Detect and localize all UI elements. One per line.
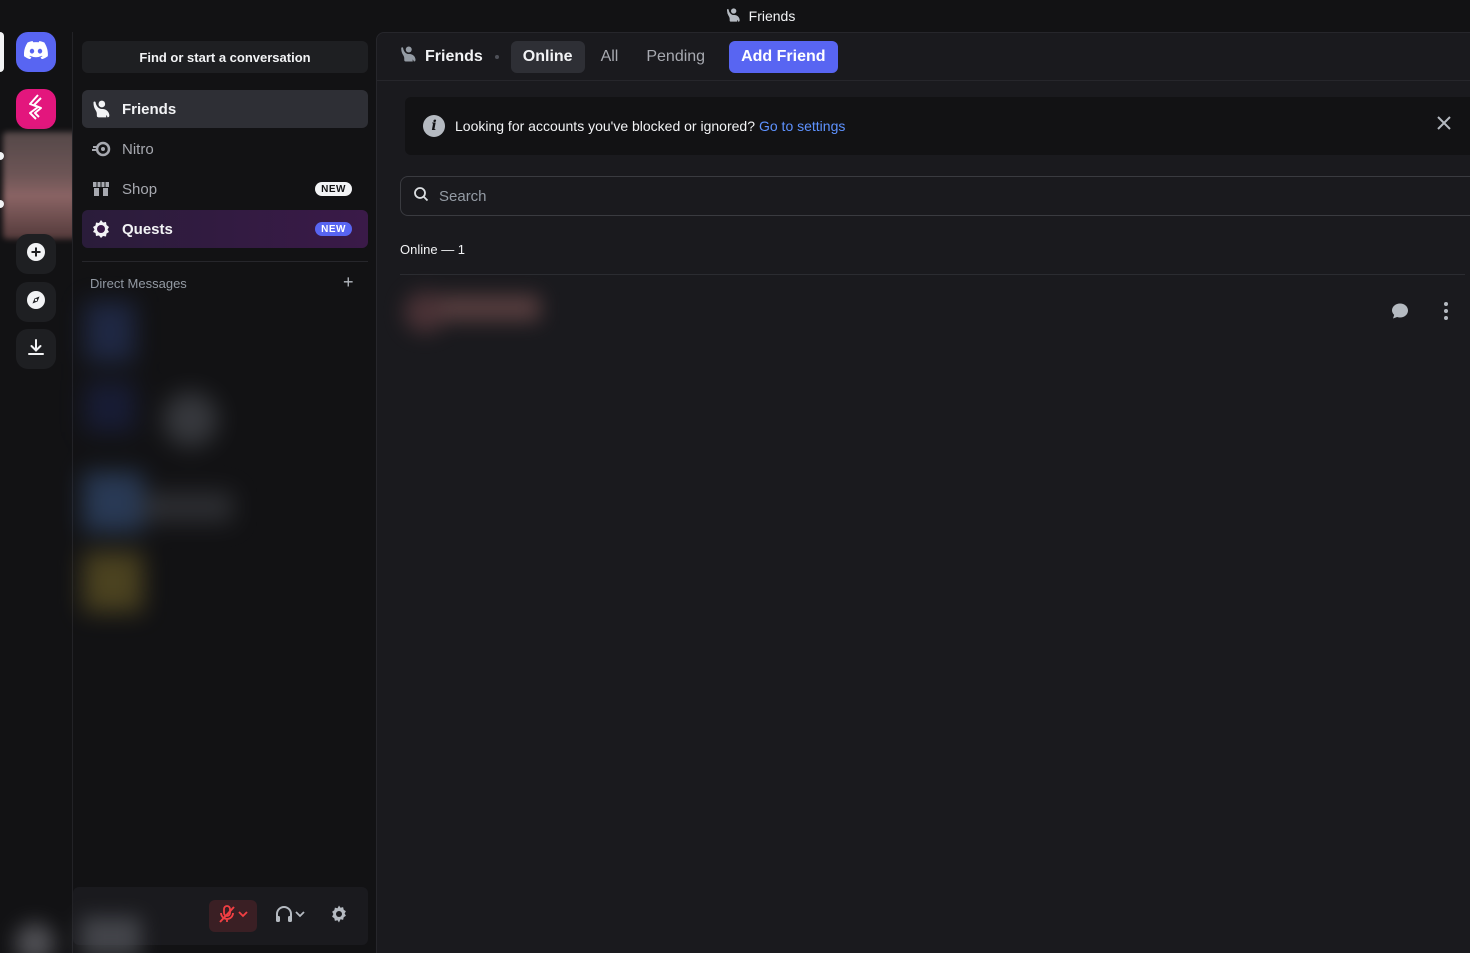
search-icon bbox=[413, 186, 429, 207]
blurred-servers[interactable] bbox=[3, 132, 77, 239]
add-friend-button[interactable]: Add Friend bbox=[729, 40, 838, 73]
sidebar-item-nitro[interactable]: Nitro bbox=[82, 130, 368, 168]
page-title: Friends bbox=[399, 45, 483, 68]
sidebar-item-quests[interactable]: Quests NEW bbox=[82, 210, 368, 248]
list-divider bbox=[400, 274, 1465, 275]
tab-pending[interactable]: Pending bbox=[634, 41, 717, 73]
user-settings-button[interactable] bbox=[323, 900, 355, 932]
close-icon[interactable] bbox=[1435, 114, 1453, 135]
sidebar-item-label: Friends bbox=[122, 100, 177, 118]
sidebar-item-shop[interactable]: Shop NEW bbox=[82, 170, 368, 208]
create-dm-button[interactable]: + bbox=[343, 272, 354, 293]
nitro-icon bbox=[90, 138, 112, 160]
search-input[interactable] bbox=[439, 187, 1339, 205]
add-server-button[interactable] bbox=[16, 234, 56, 274]
mic-muted-icon bbox=[217, 904, 237, 929]
quests-icon bbox=[90, 218, 112, 240]
notice-text: Looking for accounts you've blocked or i… bbox=[455, 118, 755, 134]
download-apps-button[interactable] bbox=[16, 329, 56, 369]
sidebar-item-label: Shop bbox=[122, 180, 158, 198]
go-to-settings-link[interactable]: Go to settings bbox=[759, 118, 845, 134]
friends-icon bbox=[90, 98, 112, 120]
home-button[interactable] bbox=[16, 32, 56, 72]
title-bar: Friends bbox=[0, 0, 1470, 32]
new-badge: NEW bbox=[315, 222, 352, 236]
blocked-accounts-notice: i Looking for accounts you've blocked or… bbox=[405, 97, 1470, 155]
sidebar-item-friends[interactable]: Friends bbox=[82, 90, 368, 128]
discord-logo-icon bbox=[23, 40, 48, 64]
friends-icon bbox=[399, 45, 417, 68]
user-panel bbox=[15, 887, 368, 953]
download-icon bbox=[26, 337, 46, 362]
sidebar-item-label: Nitro bbox=[122, 140, 154, 158]
chevron-down-icon bbox=[294, 907, 306, 925]
mute-mic-button[interactable] bbox=[209, 900, 257, 932]
page-title-text: Friends bbox=[425, 47, 483, 65]
vertical-dots-icon bbox=[1443, 301, 1449, 326]
headphones-icon bbox=[274, 904, 294, 929]
new-badge: NEW bbox=[315, 182, 352, 196]
friends-search bbox=[400, 176, 1470, 216]
header-separator bbox=[494, 54, 499, 59]
tab-online[interactable]: Online bbox=[510, 40, 585, 73]
find-conversation-button[interactable]: Find or start a conversation bbox=[82, 41, 368, 73]
tab-all[interactable]: All bbox=[589, 41, 631, 73]
bolt-logo-icon bbox=[25, 93, 47, 125]
chat-bubble-icon bbox=[1390, 301, 1410, 326]
compass-icon bbox=[26, 290, 46, 315]
friends-main-panel: Friends Online All Pending Add Friend i … bbox=[376, 32, 1470, 953]
direct-messages-header: Direct Messages bbox=[90, 276, 187, 291]
blurred-dm-list[interactable] bbox=[73, 302, 243, 632]
plus-circle-icon bbox=[26, 242, 46, 267]
explore-button[interactable] bbox=[16, 282, 56, 322]
chevron-down-icon bbox=[237, 907, 249, 925]
blurred-user-info[interactable] bbox=[1, 887, 191, 953]
sidebar-item-label: Quests bbox=[122, 220, 173, 238]
online-count-label: Online — 1 bbox=[400, 242, 466, 257]
more-options-button[interactable] bbox=[1428, 295, 1464, 331]
selected-indicator bbox=[0, 32, 4, 72]
shop-icon bbox=[90, 178, 112, 200]
gear-icon bbox=[329, 904, 349, 929]
blurred-friend-info bbox=[400, 285, 560, 345]
info-icon: i bbox=[423, 115, 445, 137]
deafen-button[interactable] bbox=[266, 900, 314, 932]
friends-header: Friends Online All Pending Add Friend bbox=[377, 33, 1470, 81]
friends-icon bbox=[725, 7, 741, 26]
server-rail bbox=[0, 32, 77, 953]
message-button[interactable] bbox=[1382, 295, 1418, 331]
channel-sidebar: Find or start a conversation Friends Nit… bbox=[15, 32, 376, 953]
sidebar-divider bbox=[82, 261, 368, 262]
server-app-button[interactable] bbox=[16, 89, 56, 129]
friend-row[interactable] bbox=[400, 285, 1465, 345]
window-title: Friends bbox=[748, 8, 796, 24]
